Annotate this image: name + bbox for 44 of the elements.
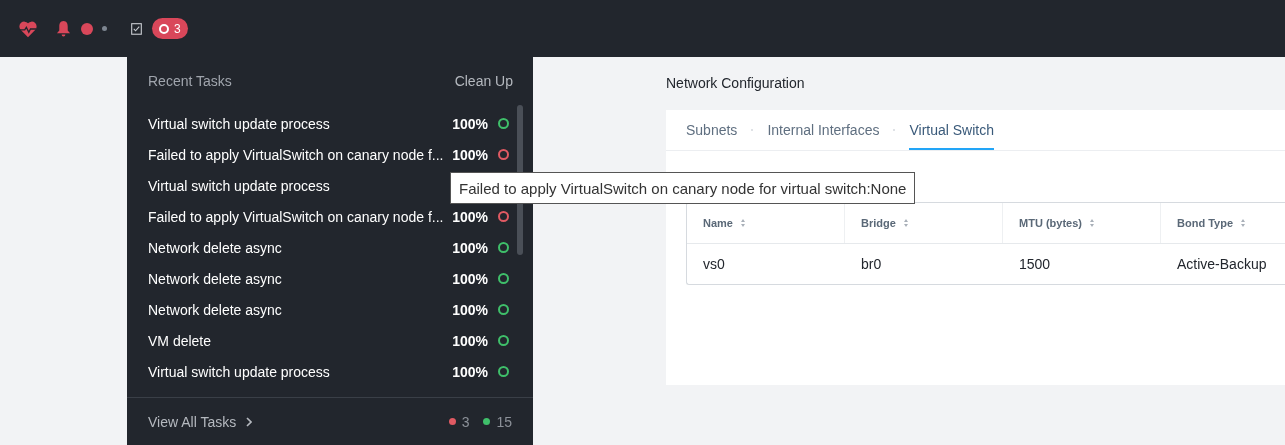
task-percent: 100% (451, 239, 488, 256)
bell-icon[interactable] (56, 20, 71, 37)
task-percent: 100% (451, 208, 488, 225)
clipboard-check-icon[interactable] (131, 22, 142, 35)
panel-title: Recent Tasks (148, 73, 232, 89)
failed-dot-icon (448, 418, 456, 425)
chevron-right-icon[interactable] (246, 416, 253, 427)
table-cell-text: br0 (860, 256, 883, 272)
task-name[interactable]: Virtual switch update process (148, 177, 438, 194)
task-name[interactable]: Virtual switch update process (148, 363, 438, 380)
sort-icon[interactable] (1088, 218, 1095, 228)
task-name[interactable]: Network delete async (148, 301, 438, 318)
task-name[interactable]: Network delete async (148, 270, 438, 287)
sort-icon[interactable] (1240, 218, 1246, 228)
tab[interactable]: Internal Interfaces (767, 110, 880, 150)
column-header[interactable]: MTU (bytes) (1003, 203, 1161, 243)
column-header[interactable]: Bond Type (1161, 203, 1285, 243)
tooltip: Failed to apply VirtualSwitch on canary node for virtual switch:None (450, 172, 916, 204)
task-percent: 100% (451, 332, 488, 349)
task-percent: 100% (451, 146, 488, 163)
section-title: Network Configuration (666, 75, 806, 93)
task-name[interactable]: VM delete (148, 332, 438, 349)
sort-icon[interactable] (902, 218, 909, 228)
task-percent: 100% (451, 363, 488, 380)
task-count-badge[interactable]: 3 (152, 18, 188, 39)
sort-icon[interactable] (739, 218, 746, 228)
tab[interactable]: Virtual Switch (909, 110, 994, 150)
view-all-tasks-link[interactable]: View All Tasks (148, 413, 253, 430)
task-name[interactable]: Network delete async (148, 239, 438, 256)
task-percent: 100% (451, 301, 488, 318)
table-cell-text: 1500 (1018, 256, 1052, 272)
failed-count: 3 (461, 413, 470, 430)
success-count: 15 (496, 413, 512, 430)
task-percent: 100% (451, 115, 488, 132)
status-dot-icon (102, 26, 107, 31)
heart-pulse-icon[interactable] (18, 19, 38, 38)
success-dot-icon (483, 418, 491, 425)
table-cell-text: Active-Backup (1176, 256, 1268, 272)
task-percent: 100% (451, 270, 488, 287)
task-name[interactable]: Virtual switch update process (148, 115, 438, 132)
alert-dot-icon[interactable] (81, 22, 93, 35)
clean-up-link[interactable]: Clean Up (454, 73, 513, 89)
table-cell-text: vs0 (702, 256, 726, 272)
tab[interactable]: Subnets (686, 110, 738, 150)
